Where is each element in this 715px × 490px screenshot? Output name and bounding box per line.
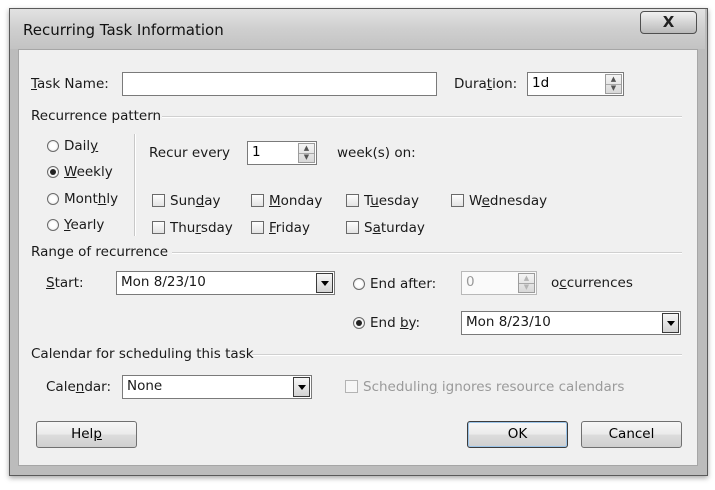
radio-selected-icon <box>47 166 59 178</box>
calendar-combo[interactable]: None <box>122 375 312 399</box>
wednesday-checkbox[interactable]: Wednesday <box>451 191 547 211</box>
radio-icon <box>47 219 59 231</box>
start-date-combo[interactable]: Mon 8/23/10 <box>116 271 335 295</box>
radio-icon <box>353 278 365 290</box>
radio-icon <box>47 140 59 152</box>
recur-every-value: 1 <box>252 144 261 160</box>
saturday-checkbox[interactable]: Saturday <box>346 218 425 238</box>
weeks-on-label: week(s) on: <box>337 145 416 161</box>
start-label: Start: <box>46 275 84 291</box>
occurrences-label: occurrences <box>551 275 633 291</box>
end-after-spinner: 0 ▲ ▼ <box>461 271 537 295</box>
range-divider <box>172 252 682 254</box>
checkbox-icon <box>345 380 358 393</box>
radio-icon <box>47 193 59 205</box>
end-by-date-combo[interactable]: Mon 8/23/10 <box>461 311 681 335</box>
monday-checkbox[interactable]: Monday <box>251 191 322 211</box>
end-after-spin-buttons: ▲ ▼ <box>518 273 535 293</box>
chevron-down-icon[interactable] <box>662 313 679 333</box>
checkbox-icon <box>251 221 264 234</box>
start-date-value: Mon 8/23/10 <box>121 274 206 290</box>
tuesday-checkbox[interactable]: Tuesday <box>346 191 419 211</box>
ok-button[interactable]: OK <box>467 421 568 448</box>
checkbox-icon <box>152 194 165 207</box>
weekly-radio[interactable]: Weekly <box>47 162 113 182</box>
monthly-radio[interactable]: Monthly <box>47 189 118 209</box>
recur-every-label: Recur every <box>149 145 231 161</box>
end-after-radio[interactable]: End after: <box>353 274 436 294</box>
spin-down-icon[interactable]: ▼ <box>299 153 314 162</box>
yearly-radio[interactable]: Yearly <box>47 215 104 235</box>
daily-radio[interactable]: Daily <box>47 136 98 156</box>
cancel-button[interactable]: Cancel <box>581 421 682 448</box>
spin-down-icon: ▼ <box>523 283 530 291</box>
calendar-header: Calendar for scheduling this task <box>31 346 254 362</box>
recurrence-pattern-divider <box>162 116 682 118</box>
recur-every-spin-buttons[interactable]: ▲ ▼ <box>298 143 315 163</box>
duration-label: Duration: <box>454 76 518 92</box>
calendar-label: Calendar: <box>46 379 112 395</box>
calendar-value: None <box>127 378 163 394</box>
close-icon: X <box>662 13 675 31</box>
ignore-resource-calendars-checkbox: Scheduling ignores resource calendars <box>345 377 624 397</box>
chevron-down-icon[interactable] <box>293 377 310 397</box>
calendar-divider <box>252 354 682 356</box>
range-of-recurrence-header: Range of recurrence <box>31 244 169 260</box>
chevron-down-icon[interactable] <box>316 273 333 293</box>
task-name-label: Task Name: <box>31 76 109 92</box>
checkbox-icon <box>346 221 359 234</box>
radio-selected-icon <box>353 317 365 329</box>
end-after-value: 0 <box>466 274 475 290</box>
checkbox-icon <box>152 221 165 234</box>
friday-checkbox[interactable]: Friday <box>251 218 310 238</box>
end-by-radio[interactable]: End by: <box>353 313 420 333</box>
dialog-title: Recurring Task Information <box>23 21 224 39</box>
pattern-vertical-divider <box>134 134 136 236</box>
checkbox-icon <box>346 194 359 207</box>
duration-spinner[interactable]: 1d ▲ ▼ <box>527 72 624 96</box>
recurrence-pattern-header: Recurrence pattern <box>31 108 162 124</box>
recur-every-spinner[interactable]: 1 ▲ ▼ <box>247 141 317 165</box>
task-name-input[interactable] <box>122 72 437 96</box>
help-button[interactable]: Help <box>36 421 137 448</box>
end-by-date-value: Mon 8/23/10 <box>466 314 551 330</box>
duration-spin-buttons[interactable]: ▲ ▼ <box>605 74 622 94</box>
close-button[interactable]: X <box>640 11 697 34</box>
spin-down-icon[interactable]: ▼ <box>606 84 621 93</box>
thursday-checkbox[interactable]: Thursday <box>152 218 233 238</box>
checkbox-icon <box>251 194 264 207</box>
sunday-checkbox[interactable]: Sunday <box>152 191 221 211</box>
duration-value: 1d <box>532 75 550 91</box>
checkbox-icon <box>451 194 464 207</box>
